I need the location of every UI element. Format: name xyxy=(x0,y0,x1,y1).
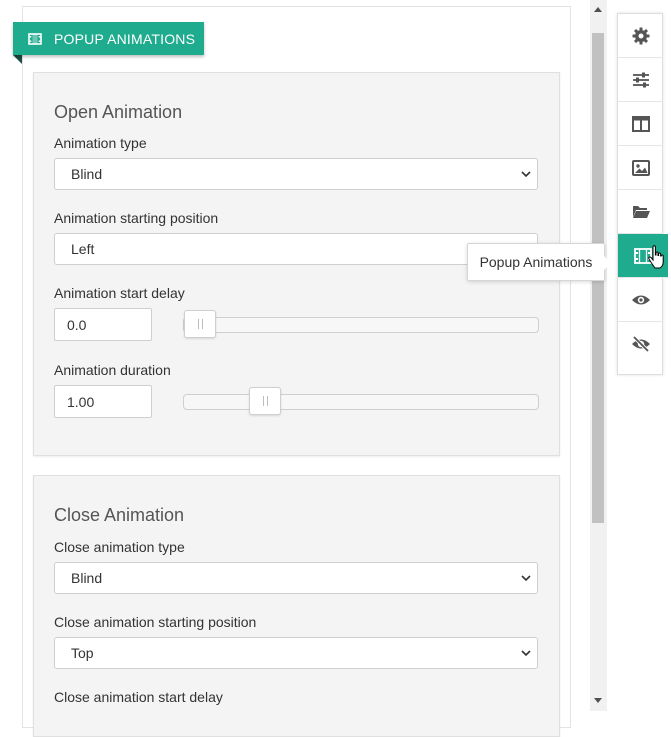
toolbar-tooltip: Popup Animations xyxy=(467,243,611,281)
close-animation-position-label: Close animation starting position xyxy=(54,614,257,630)
animation-duration-value: 1.00 xyxy=(67,393,95,410)
folder-open-icon xyxy=(632,205,650,218)
animation-duration-input[interactable]: 1.00 xyxy=(54,385,152,418)
section-ribbon: POPUP ANIMATIONS xyxy=(13,22,204,55)
scroll-down-icon[interactable] xyxy=(594,698,602,704)
tool-show[interactable] xyxy=(618,278,663,322)
film-icon xyxy=(28,32,42,46)
chevron-down-icon xyxy=(521,650,531,657)
animation-delay-input[interactable]: 0.0 xyxy=(54,308,152,341)
tool-folder[interactable] xyxy=(618,190,663,234)
close-animation-title: Close Animation xyxy=(54,505,185,525)
animation-delay-slider[interactable] xyxy=(183,310,539,338)
animation-type-select[interactable]: Blind xyxy=(54,158,538,190)
animation-delay-value: 0.0 xyxy=(67,316,87,333)
tool-image[interactable] xyxy=(618,146,663,190)
animation-delay-slider-handle[interactable] xyxy=(184,310,216,338)
close-animation-type-value: Blind xyxy=(71,570,103,586)
ribbon-fold xyxy=(13,55,22,64)
tool-sliders[interactable] xyxy=(618,58,663,102)
close-animation-delay-label: Close animation start delay xyxy=(54,689,223,705)
tool-general-settings[interactable] xyxy=(618,14,663,58)
chevron-down-icon xyxy=(521,575,531,582)
animation-duration-label: Animation duration xyxy=(54,362,171,378)
close-animation-section: Close Animation Close animation type Bli… xyxy=(33,475,560,737)
animation-position-label: Animation starting position xyxy=(54,210,219,226)
animation-type-label: Animation type xyxy=(54,135,147,151)
animation-position-value: Left xyxy=(71,241,95,257)
ribbon-title: POPUP ANIMATIONS xyxy=(54,30,196,47)
layout-icon xyxy=(631,115,650,132)
gear-icon xyxy=(632,27,649,44)
sliders-icon xyxy=(632,72,649,87)
scroll-up-icon[interactable] xyxy=(594,6,602,12)
close-animation-type-select[interactable]: Blind xyxy=(54,562,538,594)
image-icon xyxy=(631,159,650,176)
tool-hide[interactable] xyxy=(618,322,663,366)
open-animation-title: Open Animation xyxy=(54,102,183,122)
close-animation-position-select[interactable]: Top xyxy=(54,637,538,669)
close-animation-position-value: Top xyxy=(71,645,94,661)
scrollbar[interactable] xyxy=(590,0,607,711)
animation-duration-slider[interactable] xyxy=(183,387,539,415)
eye-icon xyxy=(631,295,650,304)
animation-duration-slider-handle[interactable] xyxy=(248,387,281,415)
animation-type-value: Blind xyxy=(71,166,103,182)
tool-layout[interactable] xyxy=(618,102,663,146)
close-animation-type-label: Close animation type xyxy=(54,539,185,555)
animation-delay-label: Animation start delay xyxy=(54,285,185,301)
eye-slash-icon xyxy=(631,335,650,353)
hand-pointer-icon xyxy=(648,245,664,269)
chevron-down-icon xyxy=(521,171,531,178)
animation-position-select[interactable]: Left xyxy=(54,233,538,265)
side-toolbar xyxy=(617,13,668,375)
